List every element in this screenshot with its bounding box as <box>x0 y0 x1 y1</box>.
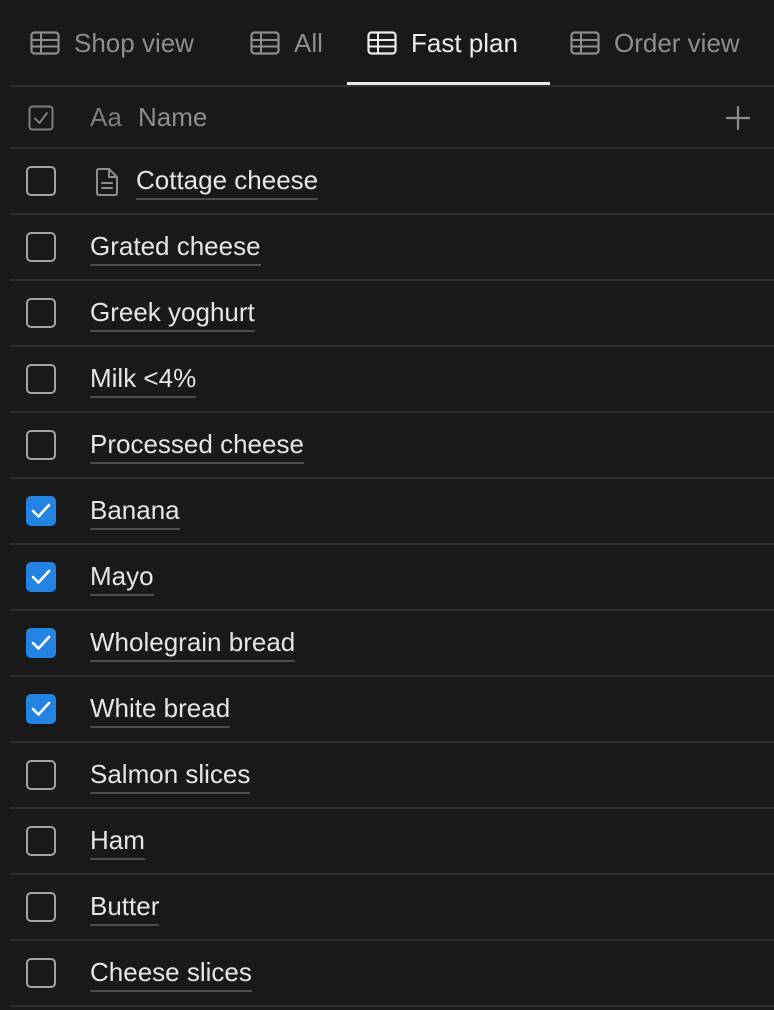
checkbox-unchecked[interactable] <box>26 760 56 790</box>
checkbox-checked[interactable] <box>26 562 56 592</box>
table-icon <box>250 31 280 55</box>
table-row[interactable]: Processed cheese <box>10 413 774 477</box>
checkbox-unchecked[interactable] <box>26 892 56 922</box>
row-name[interactable]: Grated cheese <box>90 229 261 266</box>
tab-shop-view[interactable]: Shop view <box>30 0 194 86</box>
table-row[interactable]: Salmon slices <box>10 743 774 807</box>
row-name[interactable]: Processed cheese <box>90 427 304 464</box>
tab-label: Fast plan <box>411 27 518 58</box>
divider <box>10 1005 774 1007</box>
checkbox-property-icon[interactable] <box>28 105 54 131</box>
checkbox-checked[interactable] <box>26 694 56 724</box>
checkbox-unchecked[interactable] <box>26 958 56 988</box>
row-name[interactable]: Cheese slices <box>90 955 252 992</box>
view-tabs: Shop view All Fast plan Order view <box>0 0 774 86</box>
table-row[interactable]: Butter <box>10 875 774 939</box>
row-name[interactable]: Wholegrain bread <box>90 625 296 662</box>
text-property-icon: Aa <box>90 102 122 132</box>
table-row[interactable]: Wholegrain bread <box>10 611 774 675</box>
database-view: Shop view All Fast plan Order view Aa Na… <box>0 0 774 1010</box>
row-name[interactable]: Butter <box>90 889 160 926</box>
tab-label: Shop view <box>74 27 194 58</box>
table-icon <box>367 31 397 55</box>
checkbox-unchecked[interactable] <box>26 364 56 394</box>
table-row[interactable]: Milk <4% <box>10 347 774 411</box>
tab-all[interactable]: All <box>250 0 323 86</box>
checkbox-unchecked[interactable] <box>26 430 56 460</box>
table-row[interactable]: Cottage cheese <box>10 149 774 213</box>
table-row[interactable]: Mayo <box>10 545 774 609</box>
checkbox-unchecked[interactable] <box>26 166 56 196</box>
row-name[interactable]: Ham <box>90 823 145 860</box>
page-icon <box>96 168 118 196</box>
table-row[interactable]: Ham <box>10 809 774 873</box>
table-icon <box>30 31 60 55</box>
checkbox-unchecked[interactable] <box>26 232 56 262</box>
plus-icon[interactable] <box>724 104 752 132</box>
checkbox-unchecked[interactable] <box>26 826 56 856</box>
tab-label: All <box>294 27 323 58</box>
checkbox-unchecked[interactable] <box>26 298 56 328</box>
table-row[interactable]: White bread <box>10 677 774 741</box>
row-name[interactable]: Milk <4% <box>90 361 197 398</box>
table-row[interactable]: Cheese slices <box>10 941 774 1005</box>
row-name[interactable]: Salmon slices <box>90 757 251 794</box>
row-name[interactable]: Mayo <box>90 559 154 596</box>
checkbox-checked[interactable] <box>26 496 56 526</box>
row-name[interactable]: White bread <box>90 691 231 728</box>
name-column-header[interactable]: Name <box>138 100 207 134</box>
table-row[interactable]: Grated cheese <box>10 215 774 279</box>
row-name[interactable]: Greek yoghurt <box>90 295 255 332</box>
check-icon <box>31 569 51 584</box>
row-name[interactable]: Cottage cheese <box>136 163 319 200</box>
table-row[interactable]: Banana <box>10 479 774 543</box>
tab-label: Order view <box>614 27 740 58</box>
check-icon <box>31 635 51 650</box>
table-row[interactable]: Greek yoghurt <box>10 281 774 345</box>
table-icon <box>570 31 600 55</box>
tab-fast-plan[interactable]: Fast plan <box>367 0 518 86</box>
tab-order-view[interactable]: Order view <box>570 0 740 86</box>
check-icon <box>31 701 51 716</box>
row-name[interactable]: Banana <box>90 493 180 530</box>
checkbox-checked[interactable] <box>26 628 56 658</box>
table-header: Aa Name <box>10 86 774 148</box>
check-icon <box>31 503 51 518</box>
